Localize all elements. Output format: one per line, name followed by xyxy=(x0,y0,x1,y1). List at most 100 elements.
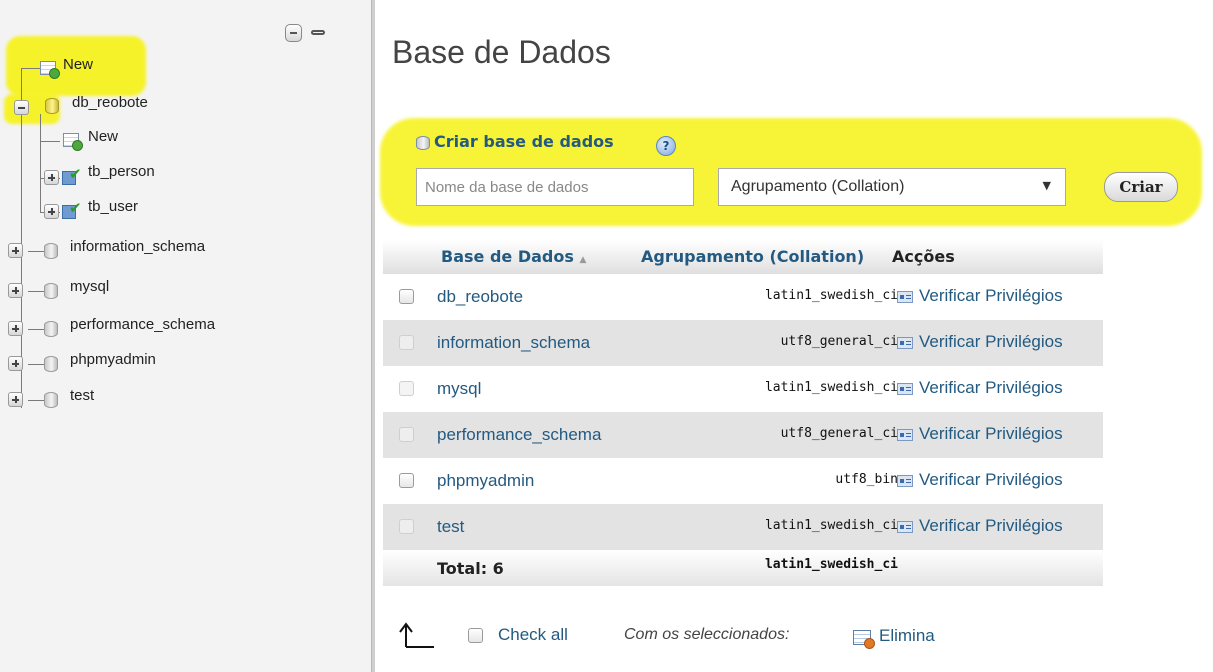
expand-icon[interactable] xyxy=(44,204,59,219)
expand-icon[interactable] xyxy=(8,321,23,336)
database-name-input[interactable] xyxy=(416,168,694,206)
expand-icon[interactable] xyxy=(8,283,23,298)
row-checkbox[interactable] xyxy=(399,519,414,534)
collation-value: utf8_bin xyxy=(835,472,898,487)
database-link[interactable]: db_reobote xyxy=(437,287,523,307)
privileges-icon[interactable] xyxy=(897,337,913,349)
row-checkbox[interactable] xyxy=(399,381,414,396)
tree-line xyxy=(28,291,44,292)
drop-icon[interactable] xyxy=(853,630,875,649)
database-icon xyxy=(44,321,58,337)
create-button[interactable]: Criar xyxy=(1104,172,1178,202)
privileges-icon[interactable] xyxy=(897,521,913,533)
collation-select-value: Agrupamento (Collation) xyxy=(731,178,905,195)
table-icon xyxy=(62,165,84,185)
nav-db-information-schema[interactable]: information_schema xyxy=(70,238,205,255)
tree-line xyxy=(28,251,44,252)
dropdown-arrow-icon: ▼ xyxy=(1042,179,1051,192)
database-link[interactable]: test xyxy=(437,517,464,537)
check-privileges-link[interactable]: Verificar Privilégios xyxy=(919,378,1063,398)
help-icon[interactable]: ? xyxy=(656,136,676,156)
database-link[interactable]: phpmyadmin xyxy=(437,471,534,491)
collation-value: utf8_general_ci xyxy=(780,334,898,349)
nav-new-database[interactable]: New xyxy=(63,56,93,73)
expand-icon[interactable] xyxy=(8,243,23,258)
collation-select[interactable]: Agrupamento (Collation) ▼ xyxy=(718,168,1066,206)
privileges-icon[interactable] xyxy=(897,291,913,303)
row-checkbox[interactable] xyxy=(399,289,414,304)
tree-line xyxy=(28,400,44,401)
tree-line xyxy=(40,114,41,212)
expand-icon[interactable] xyxy=(8,392,23,407)
check-privileges-link[interactable]: Verificar Privilégios xyxy=(919,470,1063,490)
table-row: phpmyadmin utf8_bin Verificar Privilégio… xyxy=(383,458,1103,504)
privileges-icon[interactable] xyxy=(897,383,913,395)
privileges-icon[interactable] xyxy=(897,475,913,487)
new-database-icon[interactable] xyxy=(40,61,60,79)
database-icon xyxy=(44,283,58,299)
database-link[interactable]: performance_schema xyxy=(437,425,601,445)
nav-table-tb-user[interactable]: tb_user xyxy=(88,198,138,215)
collapse-all-icon[interactable] xyxy=(285,24,302,42)
drop-button[interactable]: Elimina xyxy=(879,626,935,646)
nav-db-phpmyadmin[interactable]: phpmyadmin xyxy=(70,351,156,368)
nav-db-test[interactable]: test xyxy=(70,387,94,404)
column-header-database-label: Base de Dados xyxy=(441,247,574,266)
check-privileges-link[interactable]: Verificar Privilégios xyxy=(919,424,1063,444)
collation-value: latin1_swedish_ci xyxy=(764,288,898,303)
table-header: Base de Dados ▲ Agrupamento (Collation) … xyxy=(383,240,1103,274)
nav-db-reobote[interactable]: db_reobote xyxy=(72,94,148,111)
create-database-icon xyxy=(416,136,430,150)
database-icon xyxy=(44,243,58,259)
database-link[interactable]: mysql xyxy=(437,379,481,399)
row-checkbox[interactable] xyxy=(399,335,414,350)
nav-db-performance-schema[interactable]: performance_schema xyxy=(70,316,215,333)
panel-splitter[interactable] xyxy=(371,0,375,672)
collation-value: utf8_general_ci xyxy=(780,426,898,441)
collapse-icon[interactable] xyxy=(14,100,29,115)
nav-table-tb-person[interactable]: tb_person xyxy=(88,163,155,180)
databases-table: Base de Dados ▲ Agrupamento (Collation) … xyxy=(383,240,1103,586)
check-privileges-link[interactable]: Verificar Privilégios xyxy=(919,332,1063,352)
table-icon xyxy=(62,199,84,219)
check-all-checkbox[interactable] xyxy=(468,628,483,643)
nav-new-table[interactable]: New xyxy=(88,128,118,145)
table-row: information_schema utf8_general_ci Verif… xyxy=(383,320,1103,366)
sort-ascending-icon: ▲ xyxy=(579,255,587,265)
check-privileges-link[interactable]: Verificar Privilégios xyxy=(919,516,1063,536)
tree-line xyxy=(28,329,44,330)
table-row: db_reobote latin1_swedish_ci Verificar P… xyxy=(383,274,1103,320)
column-header-collation[interactable]: Agrupamento (Collation) xyxy=(641,247,864,266)
arrow-up-icon xyxy=(399,622,434,648)
total-count: Total: 6 xyxy=(437,559,504,578)
link-icon[interactable] xyxy=(308,24,330,42)
create-database-heading-text: Criar base de dados xyxy=(434,132,614,151)
database-icon xyxy=(44,356,58,372)
tree-line xyxy=(40,141,60,142)
table-row: mysql latin1_swedish_ci Verificar Privil… xyxy=(383,366,1103,412)
collation-value: latin1_swedish_ci xyxy=(764,380,898,395)
page-title: Base de Dados xyxy=(392,34,611,70)
tree-line xyxy=(21,68,41,69)
check-privileges-link[interactable]: Verificar Privilégios xyxy=(919,286,1063,306)
expand-icon[interactable] xyxy=(44,170,59,185)
column-header-actions: Acções xyxy=(892,247,955,266)
row-checkbox[interactable] xyxy=(399,427,414,442)
privileges-icon[interactable] xyxy=(897,429,913,441)
table-footer: Total: 6 latin1_swedish_ci xyxy=(383,550,1103,586)
column-header-database[interactable]: Base de Dados ▲ xyxy=(441,247,586,266)
expand-icon[interactable] xyxy=(8,356,23,371)
create-database-heading: Criar base de dados xyxy=(434,132,614,151)
database-icon xyxy=(45,98,59,114)
table-row: test latin1_swedish_ci Verificar Privilé… xyxy=(383,504,1103,550)
tree-line xyxy=(28,364,44,365)
check-all-label[interactable]: Check all xyxy=(498,625,568,645)
row-checkbox[interactable] xyxy=(399,473,414,488)
new-table-icon[interactable] xyxy=(63,133,83,151)
nav-db-mysql[interactable]: mysql xyxy=(70,278,109,295)
database-link[interactable]: information_schema xyxy=(437,333,590,353)
table-row: performance_schema utf8_general_ci Verif… xyxy=(383,412,1103,458)
with-selected-label: Com os seleccionados: xyxy=(624,626,790,643)
collation-value: latin1_swedish_ci xyxy=(764,518,898,533)
navigation-panel: New db_reobote New tb_person tb_user inf… xyxy=(0,0,371,672)
